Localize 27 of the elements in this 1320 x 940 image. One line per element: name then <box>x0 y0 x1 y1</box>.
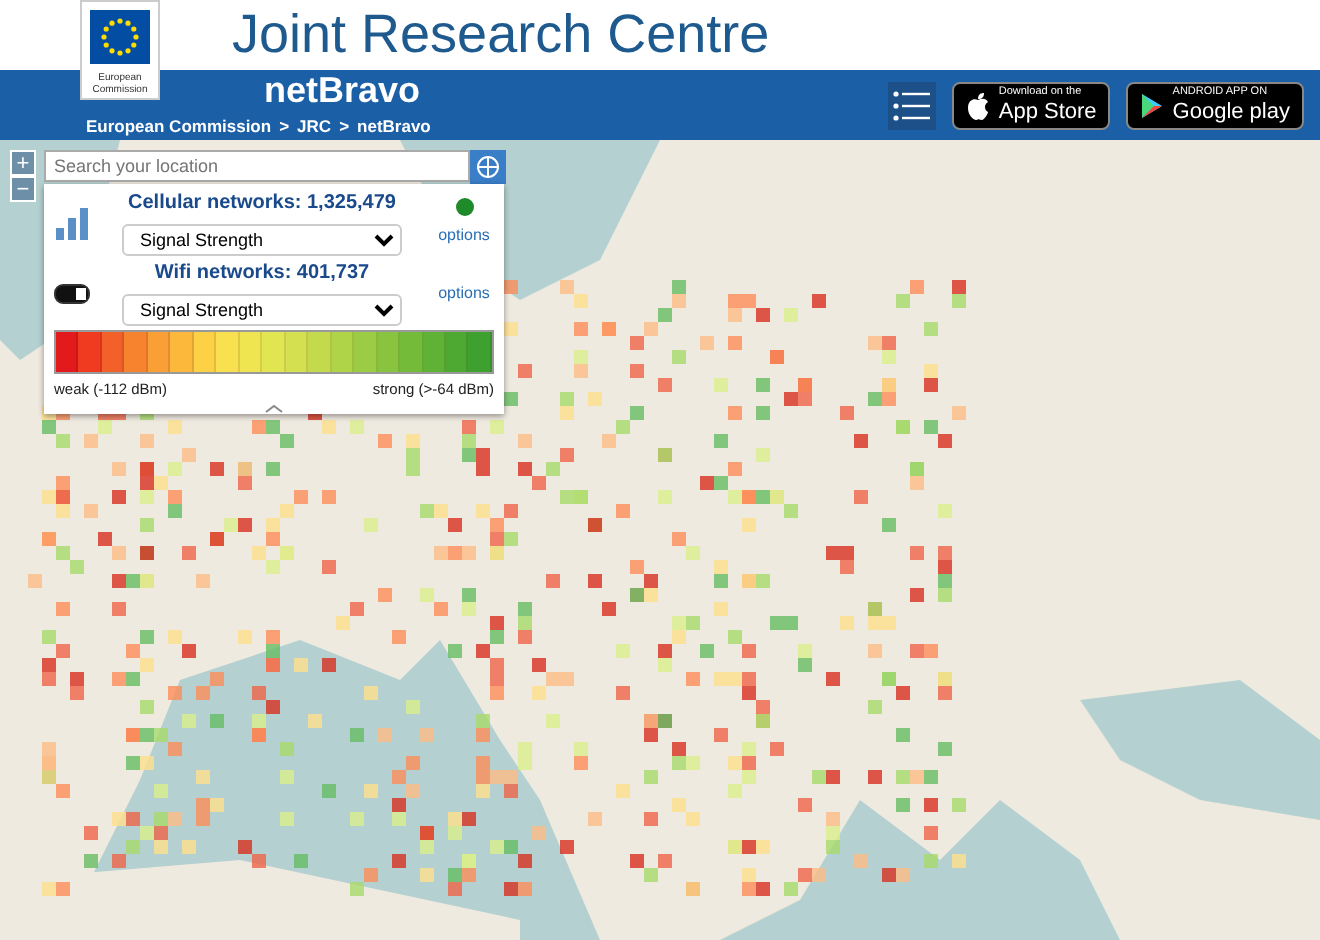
breadcrumb-link[interactable]: European Commission <box>86 114 272 140</box>
wifi-logo-icon <box>54 283 90 303</box>
status-dot-icon <box>455 198 473 216</box>
options-link[interactable]: options <box>438 281 490 305</box>
signal-strength-select[interactable]: Signal Strength <box>122 294 402 326</box>
network-count-title: Wifi networks: 401,737 <box>154 260 370 286</box>
globe-icon[interactable] <box>470 150 506 184</box>
app-name: netBravo <box>264 70 421 112</box>
store-name: App Store <box>998 100 1097 124</box>
menu-icon[interactable] <box>888 81 937 129</box>
play-icon <box>1140 91 1165 119</box>
breadcrumb-separator: > <box>339 114 350 140</box>
zoom-out-button[interactable]: − <box>10 176 36 202</box>
network-count-title: Cellular networks: 1,325,479 <box>128 190 396 216</box>
eu-flag-icon <box>90 10 150 64</box>
breadcrumb-separator: > <box>279 114 290 140</box>
options-link[interactable]: options <box>438 224 490 248</box>
signal-strength-select[interactable]: Signal Strength <box>122 224 402 256</box>
search-field[interactable]: Search your location <box>44 150 470 182</box>
collapse-icon[interactable] <box>264 404 284 415</box>
apple-icon <box>966 91 991 119</box>
breadcrumb-link[interactable]: netBravo <box>357 114 431 140</box>
breadcrumb-link[interactable]: JRC <box>297 114 332 140</box>
site-title: Joint Research Centre <box>232 2 770 68</box>
signal-bars-icon <box>54 207 90 239</box>
store-name: Google play <box>1172 100 1290 124</box>
zoom-in-button[interactable]: + <box>10 150 36 176</box>
